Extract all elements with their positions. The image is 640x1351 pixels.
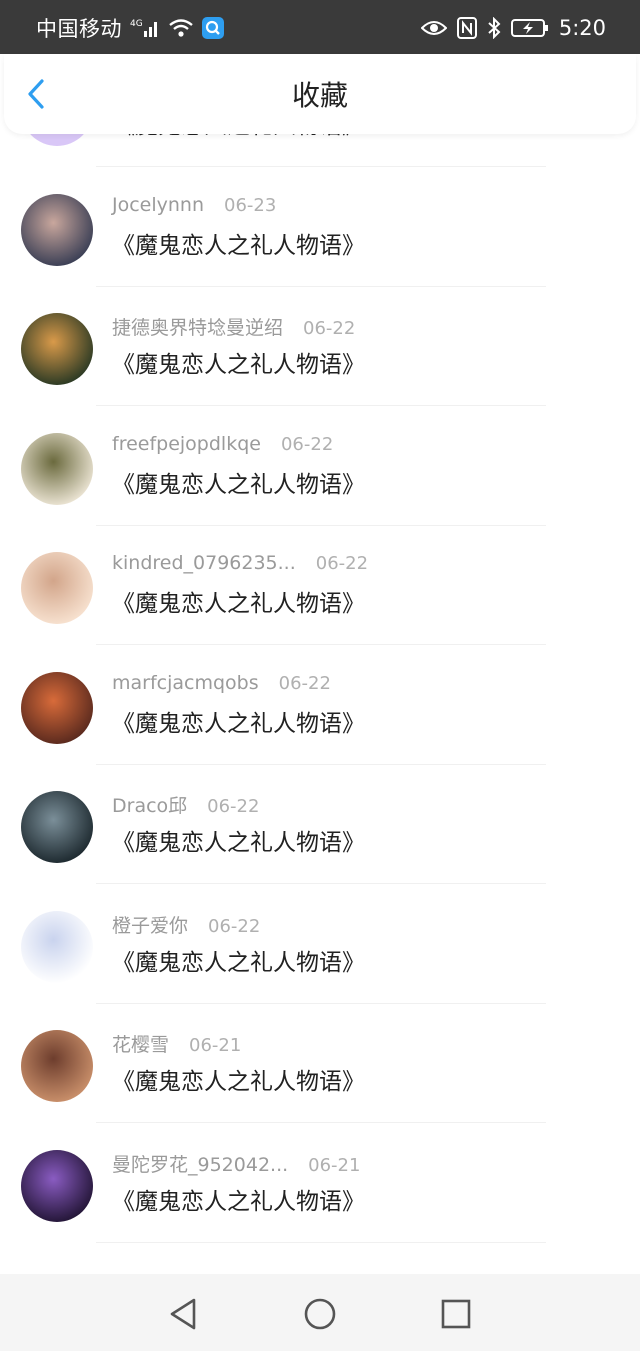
date-label: 06-22 <box>207 796 260 817</box>
list-item[interactable]: 捷德奥界特埝曼逆绍 06-22 《魔鬼恋人之礼人物语》 <box>0 313 640 432</box>
username[interactable]: 橙子爱你 <box>112 911 188 938</box>
date-label: 06-22 <box>315 553 369 574</box>
work-title[interactable]: 《魔鬼恋人之礼人物语》 <box>112 1182 365 1216</box>
username[interactable]: Jocelynnn <box>112 194 204 216</box>
work-title[interactable]: 《魔鬼恋人之礼人物语》 <box>112 823 365 857</box>
divider <box>96 166 546 167</box>
name-date-line: 花樱雪 06-21 <box>112 1030 241 1057</box>
divider <box>96 1122 546 1123</box>
nav-back-button[interactable] <box>164 1294 204 1334</box>
avatar[interactable] <box>21 432 93 505</box>
clock: 5:20 <box>558 16 606 40</box>
avatar[interactable] <box>21 552 93 624</box>
back-triangle-icon <box>170 1298 196 1330</box>
date-label: 06-21 <box>189 1035 242 1056</box>
work-title[interactable]: 《魔鬼恋人之礼人物语》 <box>112 345 365 379</box>
list-item[interactable]: kindred_0796235... 06-22 《魔鬼恋人之礼人物语》 <box>0 552 640 671</box>
work-title[interactable]: 《魔鬼恋人之礼人物语》 <box>112 226 365 260</box>
home-circle-icon <box>304 1298 336 1330</box>
divider <box>96 524 546 526</box>
divider <box>96 405 546 406</box>
avatar[interactable] <box>21 1030 93 1102</box>
name-date-line: freefpejopdlkqe 06-22 <box>112 433 333 455</box>
username[interactable]: marfcjacmqobs <box>112 672 259 694</box>
work-title[interactable]: 《魔鬼恋人之礼人物语》 <box>112 1062 365 1096</box>
name-date-line: kindred_0796235... 06-22 <box>112 552 368 574</box>
name-date-line: Draco邱 06-22 <box>112 791 259 818</box>
page-title: 收藏 <box>291 79 348 112</box>
list-item[interactable]: freefpejopdlkqe 06-22 《魔鬼恋人之礼人物语》 <box>0 432 640 552</box>
date-label: 06-22 <box>303 318 356 339</box>
work-title[interactable]: 《魔鬼恋人之礼人物语》 <box>112 704 365 738</box>
username[interactable]: 曼陀罗花_952042... <box>112 1150 288 1177</box>
avatar[interactable] <box>21 671 93 744</box>
name-date-line: 捷德奥界特埝曼逆绍 06-22 <box>112 313 355 340</box>
avatar[interactable] <box>21 313 93 385</box>
nav-recents-button[interactable] <box>436 1294 476 1334</box>
nfc-icon <box>456 17 477 39</box>
date-label: 06-21 <box>308 1154 361 1176</box>
divider <box>96 644 546 645</box>
name-date-line: 橙子爱你 06-22 <box>112 911 260 938</box>
search-app-icon <box>202 17 224 39</box>
app-header: 收藏 <box>4 54 636 134</box>
date-label: 06-23 <box>224 194 277 216</box>
list-item[interactable]: marfcjacmqobs 06-22 《魔鬼恋人之礼人物语》 <box>0 671 640 791</box>
recents-square-icon <box>441 1299 471 1329</box>
username[interactable]: kindred_0796235... <box>112 552 296 574</box>
status-bar: 中国移动 4G 5:20 <box>0 0 640 54</box>
list-item[interactable]: Draco邱 06-22 《魔鬼恋人之礼人物语》 <box>0 791 640 910</box>
work-title[interactable]: 《魔鬼恋人之礼人物语》 <box>112 943 365 977</box>
avatar[interactable] <box>21 791 93 863</box>
carrier-label: 中国移动 <box>36 17 122 41</box>
nav-home-button[interactable] <box>300 1294 340 1334</box>
name-date-line: marfcjacmqobs 06-22 <box>112 672 331 694</box>
username[interactable]: Draco邱 <box>112 791 187 818</box>
work-title[interactable]: 《魔鬼恋人之礼人物语》 <box>112 584 365 618</box>
list-item[interactable]: Jocelynnn 06-23 《魔鬼恋人之礼人物语》 <box>0 193 640 313</box>
network-type-label: 4G <box>130 19 143 29</box>
avatar[interactable] <box>21 193 93 266</box>
username[interactable]: freefpejopdlkqe <box>112 433 261 455</box>
username[interactable]: 捷德奥界特埝曼逆绍 <box>112 313 283 340</box>
divider <box>96 883 546 884</box>
avatar[interactable] <box>21 1149 93 1222</box>
divider <box>96 1241 546 1243</box>
divider <box>96 285 546 287</box>
signal-icon: 4G <box>130 17 160 39</box>
wifi-icon <box>168 17 194 39</box>
name-date-line: 曼陀罗花_952042... 06-21 <box>112 1150 360 1177</box>
bluetooth-icon <box>487 17 501 39</box>
name-date-line: Jocelynnn 06-23 <box>112 194 276 216</box>
username[interactable]: 花樱雪 <box>112 1030 169 1057</box>
list-item[interactable]: 橙子爱你 06-22 《魔鬼恋人之礼人物语》 <box>0 910 640 1030</box>
date-label: 06-22 <box>280 433 334 455</box>
battery-charging-icon <box>510 18 549 38</box>
divider <box>96 763 546 765</box>
avatar[interactable] <box>21 910 93 983</box>
favorites-list-area[interactable]: 139***022_88178...06-23《魔鬼恋人之礼人物语》Jocely… <box>0 54 640 1274</box>
divider <box>96 1002 546 1004</box>
system-nav-bar <box>0 1274 640 1351</box>
date-label: 06-22 <box>208 915 261 937</box>
work-title[interactable]: 《魔鬼恋人之礼人物语》 <box>112 465 365 499</box>
eye-icon <box>420 18 447 38</box>
list-item[interactable]: 花樱雪 06-21 《魔鬼恋人之礼人物语》 <box>0 1030 640 1149</box>
date-label: 06-22 <box>278 672 331 694</box>
list-item[interactable]: 曼陀罗花_952042... 06-21 《魔鬼恋人之礼人物语》 <box>0 1149 640 1269</box>
